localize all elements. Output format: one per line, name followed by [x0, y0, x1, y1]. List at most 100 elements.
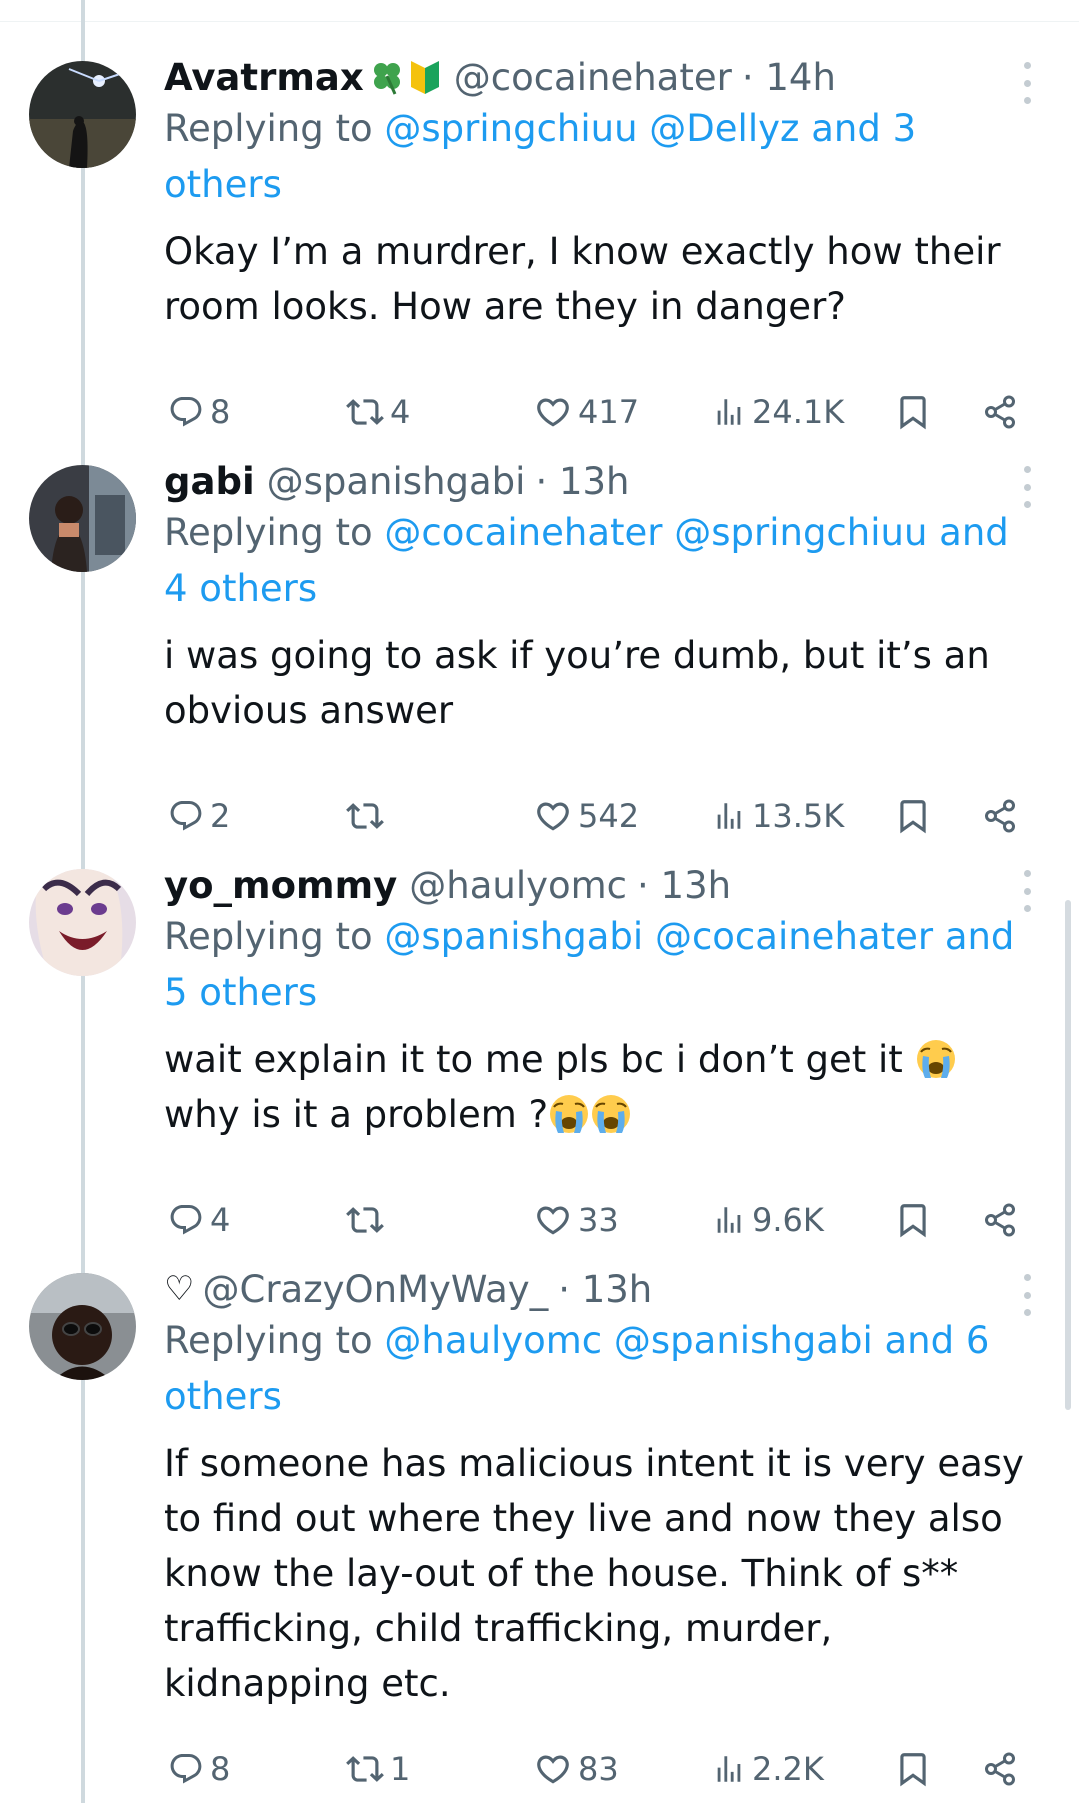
avatar[interactable] — [29, 465, 136, 572]
tweet-actions: 2 542 13.5K — [164, 791, 1044, 841]
bookmark-button[interactable] — [894, 1195, 932, 1245]
share-button[interactable] — [982, 791, 1018, 841]
reply-icon — [168, 394, 204, 430]
reply-icon — [168, 1751, 204, 1787]
reply-count: 8 — [210, 1750, 231, 1788]
like-count: 83 — [578, 1750, 619, 1788]
reply-button[interactable]: 8 — [168, 1744, 230, 1794]
tweet-text: Okay I’m a murdrer, I know exactly how t… — [164, 230, 1001, 328]
tweet-header: Avatrmax @cocainehater · 14h — [164, 48, 836, 106]
views-chart-icon — [712, 395, 746, 429]
retweet-button[interactable] — [346, 791, 390, 841]
view-count: 9.6K — [752, 1201, 824, 1239]
like-count: 542 — [578, 797, 640, 835]
handle[interactable]: @cocainehater — [454, 56, 732, 99]
views-button[interactable]: 9.6K — [712, 1195, 824, 1245]
views-button[interactable]: 13.5K — [712, 791, 844, 841]
more-options-icon[interactable] — [1012, 1274, 1042, 1316]
tweet-text: If someone has malicious intent it is ve… — [164, 1442, 1024, 1705]
reply-icon — [168, 798, 204, 834]
more-options-icon[interactable] — [1012, 62, 1042, 104]
bookmark-icon — [894, 1750, 932, 1788]
retweet-icon — [346, 1201, 384, 1239]
heart-icon — [534, 393, 572, 431]
tweet-text: wait explain it to me pls bc i don’t get… — [164, 1032, 1044, 1142]
tweet-text: i was going to ask if you’re dumb, but i… — [164, 634, 990, 732]
timestamp[interactable]: · 13h — [637, 864, 731, 907]
heart-icon — [534, 797, 572, 835]
like-button[interactable]: 83 — [534, 1744, 619, 1794]
reply-count: 4 — [210, 1201, 231, 1239]
share-icon — [982, 1202, 1018, 1238]
views-chart-icon — [712, 1203, 746, 1237]
tweet-header: gabi @spanishgabi · 13h — [164, 452, 630, 510]
tweet-text-line-2: why is it a problem ? — [164, 1093, 549, 1136]
retweet-icon — [346, 1750, 384, 1788]
more-options-icon[interactable] — [1012, 466, 1042, 508]
display-name[interactable]: Avatrmax — [164, 56, 364, 99]
display-name[interactable]: yo_mommy — [164, 864, 397, 907]
display-name[interactable]: gabi — [164, 460, 255, 503]
handle[interactable]: @haulyomc — [409, 864, 627, 907]
replying-to-label: Replying to — [164, 107, 373, 150]
timestamp[interactable]: · 14h — [742, 56, 836, 99]
tweet-header: ♡ @CrazyOnMyWay_ · 13h — [164, 1260, 652, 1318]
like-button[interactable]: 417 — [534, 387, 639, 437]
reply-icon — [168, 1202, 204, 1238]
display-name[interactable]: ♡ — [164, 1269, 194, 1309]
bookmark-button[interactable] — [894, 791, 932, 841]
bookmark-icon — [894, 1201, 932, 1239]
like-button[interactable]: 33 — [534, 1195, 619, 1245]
bookmark-button[interactable] — [894, 387, 932, 437]
handle[interactable]: @CrazyOnMyWay_ — [202, 1268, 548, 1311]
top-divider — [0, 21, 1079, 22]
four-leaf-clover-icon — [373, 63, 400, 95]
retweet-icon — [346, 393, 384, 431]
tweet-text-line-1: wait explain it to me pls bc i don’t get… — [164, 1038, 903, 1081]
replying-to: Replying to @spanishgabi @cocainehater a… — [164, 909, 1044, 1021]
bookmark-icon — [894, 797, 932, 835]
like-button[interactable]: 542 — [534, 791, 639, 841]
loudly-crying-face-icon — [548, 1093, 590, 1135]
retweet-count: 4 — [390, 393, 411, 431]
reply-count: 8 — [210, 393, 231, 431]
reply-button[interactable]: 4 — [168, 1195, 230, 1245]
loudly-crying-face-icon — [915, 1038, 957, 1080]
share-button[interactable] — [982, 1195, 1018, 1245]
share-button[interactable] — [982, 387, 1018, 437]
retweet-button[interactable]: 4 — [346, 387, 410, 437]
avatar[interactable] — [29, 61, 136, 168]
handle[interactable]: @spanishgabi — [267, 460, 526, 503]
views-chart-icon — [712, 799, 746, 833]
avatar[interactable] — [29, 869, 136, 976]
retweet-icon — [346, 797, 384, 835]
beginner-badge-icon — [410, 61, 439, 94]
view-count: 13.5K — [752, 797, 845, 835]
views-chart-icon — [712, 1752, 746, 1786]
replying-to-label: Replying to — [164, 915, 373, 958]
scrollbar[interactable] — [1065, 900, 1071, 1410]
tweet-actions: 4 33 9.6K — [164, 1195, 1044, 1245]
views-button[interactable]: 2.2K — [712, 1744, 824, 1794]
share-button[interactable] — [982, 1744, 1018, 1794]
heart-icon — [534, 1201, 572, 1239]
like-count: 417 — [578, 393, 640, 431]
retweet-button[interactable] — [346, 1195, 390, 1245]
like-count: 33 — [578, 1201, 619, 1239]
bookmark-icon — [894, 393, 932, 431]
share-icon — [982, 1751, 1018, 1787]
timestamp[interactable]: · 13h — [535, 460, 629, 503]
reply-button[interactable]: 8 — [168, 387, 230, 437]
replying-to: Replying to @haulyomc @spanishgabi and 6… — [164, 1313, 1044, 1425]
retweet-count: 1 — [390, 1750, 411, 1788]
timestamp[interactable]: · 13h — [558, 1268, 652, 1311]
bookmark-button[interactable] — [894, 1744, 932, 1794]
avatar[interactable] — [29, 1273, 136, 1380]
view-count: 24.1K — [752, 393, 845, 431]
reply-button[interactable]: 2 — [168, 791, 230, 841]
tweet-header: yo_mommy @haulyomc · 13h — [164, 856, 731, 914]
share-icon — [982, 394, 1018, 430]
retweet-button[interactable]: 1 — [346, 1744, 410, 1794]
views-button[interactable]: 24.1K — [712, 387, 844, 437]
more-options-icon[interactable] — [1012, 870, 1042, 912]
